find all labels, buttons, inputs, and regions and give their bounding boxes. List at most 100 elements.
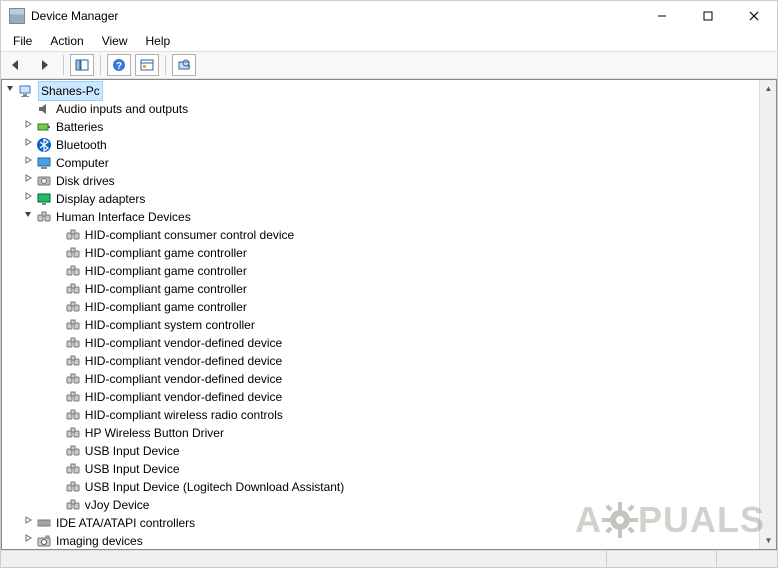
minimize-button[interactable]	[639, 1, 685, 31]
window-title: Device Manager	[31, 9, 639, 23]
tree-category-label[interactable]: Bluetooth	[56, 136, 107, 154]
expand-icon[interactable]	[20, 514, 36, 532]
menu-view[interactable]: View	[94, 32, 136, 50]
scroll-track[interactable]	[760, 97, 776, 532]
tree-category[interactable]: Display adapters	[2, 190, 759, 208]
forward-button[interactable]	[33, 54, 57, 76]
tree-item[interactable]: HID-compliant vendor-defined device	[2, 352, 759, 370]
tree-item[interactable]: HID-compliant game controller	[2, 298, 759, 316]
tree-item-label[interactable]: HID-compliant wireless radio controls	[85, 406, 283, 424]
tree-root[interactable]: Shanes-Pc	[2, 82, 759, 100]
tree-item-label[interactable]: USB Input Device	[85, 460, 180, 478]
tree-item-label[interactable]: HID-compliant consumer control device	[85, 226, 294, 244]
battery-icon	[36, 119, 52, 135]
scroll-up-button[interactable]: ▲	[760, 80, 777, 97]
tree-category[interactable]: Batteries	[2, 118, 759, 136]
expand-icon[interactable]	[20, 118, 36, 136]
status-bar	[1, 550, 777, 567]
tree-item[interactable]: USB Input Device (Logitech Download Assi…	[2, 478, 759, 496]
computer-icon	[36, 155, 52, 171]
tree-item-label[interactable]: HID-compliant vendor-defined device	[85, 370, 282, 388]
tree-item-label[interactable]: HID-compliant game controller	[85, 244, 247, 262]
tree-item[interactable]: USB Input Device	[2, 460, 759, 478]
hid-icon	[65, 389, 81, 405]
menu-bar: File Action View Help	[1, 31, 777, 51]
menu-help[interactable]: Help	[138, 32, 179, 50]
tree-category[interactable]: IDE ATA/ATAPI controllers	[2, 514, 759, 532]
tree-item-label[interactable]: HID-compliant game controller	[85, 262, 247, 280]
hid-icon	[65, 425, 81, 441]
tree-item-label[interactable]: HID-compliant vendor-defined device	[85, 334, 282, 352]
tree-item-label[interactable]: vJoy Device	[85, 496, 150, 514]
imaging-icon	[36, 533, 52, 549]
tree-category[interactable]: Audio inputs and outputs	[2, 100, 759, 118]
tree-item[interactable]: HID-compliant wireless radio controls	[2, 406, 759, 424]
tree-item[interactable]: HID-compliant vendor-defined device	[2, 370, 759, 388]
bluetooth-icon	[36, 137, 52, 153]
scan-hardware-button[interactable]	[172, 54, 196, 76]
tree-item[interactable]: HID-compliant game controller	[2, 244, 759, 262]
tree-category-label[interactable]: Disk drives	[56, 172, 115, 190]
hid-icon	[65, 443, 81, 459]
show-hide-tree-button[interactable]	[70, 54, 94, 76]
hid-icon	[65, 335, 81, 351]
collapse-icon[interactable]	[2, 82, 18, 100]
tree-root-label[interactable]: Shanes-Pc	[38, 81, 103, 101]
close-button[interactable]	[731, 1, 777, 31]
hid-icon	[65, 407, 81, 423]
tree-category[interactable]: Human Interface Devices	[2, 208, 759, 226]
tree-item[interactable]: HID-compliant consumer control device	[2, 226, 759, 244]
toolbar-separator	[165, 55, 166, 75]
hid-icon	[65, 371, 81, 387]
tree-category[interactable]: Computer	[2, 154, 759, 172]
tree-item[interactable]: HID-compliant vendor-defined device	[2, 334, 759, 352]
back-button[interactable]	[5, 54, 29, 76]
hid-icon	[65, 461, 81, 477]
tree-item-label[interactable]: USB Input Device	[85, 442, 180, 460]
tree-category-label[interactable]: Human Interface Devices	[56, 208, 191, 226]
tree-category-label[interactable]: Imaging devices	[56, 532, 143, 549]
tree-category-label[interactable]: Computer	[56, 154, 109, 172]
collapse-icon[interactable]	[20, 208, 36, 226]
tree-category-label[interactable]: Batteries	[56, 118, 103, 136]
tree-item-label[interactable]: HID-compliant vendor-defined device	[85, 388, 282, 406]
expand-icon[interactable]	[20, 532, 36, 549]
expand-icon[interactable]	[20, 172, 36, 190]
expand-icon[interactable]	[20, 154, 36, 172]
tree-item[interactable]: HID-compliant game controller	[2, 280, 759, 298]
tree-item[interactable]: HP Wireless Button Driver	[2, 424, 759, 442]
tree-item[interactable]: USB Input Device	[2, 442, 759, 460]
tree-item[interactable]: HID-compliant vendor-defined device	[2, 388, 759, 406]
expand-icon[interactable]	[20, 136, 36, 154]
tree-item[interactable]: HID-compliant game controller	[2, 262, 759, 280]
menu-action[interactable]: Action	[42, 32, 91, 50]
tree-item-label[interactable]: HID-compliant game controller	[85, 298, 247, 316]
tree-category-label[interactable]: Audio inputs and outputs	[56, 100, 188, 118]
tree-pane: Shanes-PcAudio inputs and outputsBatteri…	[1, 79, 777, 550]
status-segment	[717, 551, 777, 567]
tree-category[interactable]: Bluetooth	[2, 136, 759, 154]
scroll-down-button[interactable]: ▼	[760, 532, 777, 549]
properties-button[interactable]	[135, 54, 159, 76]
hid-icon	[65, 497, 81, 513]
expand-icon[interactable]	[20, 190, 36, 208]
help-button[interactable]: ?	[107, 54, 131, 76]
tree-category-label[interactable]: IDE ATA/ATAPI controllers	[56, 514, 195, 532]
tree-item-label[interactable]: HID-compliant vendor-defined device	[85, 352, 282, 370]
tree-item-label[interactable]: HID-compliant system controller	[85, 316, 255, 334]
tree-item[interactable]: HID-compliant system controller	[2, 316, 759, 334]
maximize-button[interactable]	[685, 1, 731, 31]
tree-category[interactable]: Disk drives	[2, 172, 759, 190]
device-tree[interactable]: Shanes-PcAudio inputs and outputsBatteri…	[2, 80, 759, 549]
hid-icon	[65, 227, 81, 243]
tree-category-label[interactable]: Display adapters	[56, 190, 145, 208]
tree-item-label[interactable]: USB Input Device (Logitech Download Assi…	[85, 478, 344, 496]
tree-item-label[interactable]: HID-compliant game controller	[85, 280, 247, 298]
title-bar: Device Manager	[1, 1, 777, 31]
tree-category[interactable]: Imaging devices	[2, 532, 759, 549]
tree-item[interactable]: vJoy Device	[2, 496, 759, 514]
menu-file[interactable]: File	[5, 32, 40, 50]
vertical-scrollbar[interactable]: ▲ ▼	[759, 80, 776, 549]
audio-icon	[36, 101, 52, 117]
tree-item-label[interactable]: HP Wireless Button Driver	[85, 424, 224, 442]
